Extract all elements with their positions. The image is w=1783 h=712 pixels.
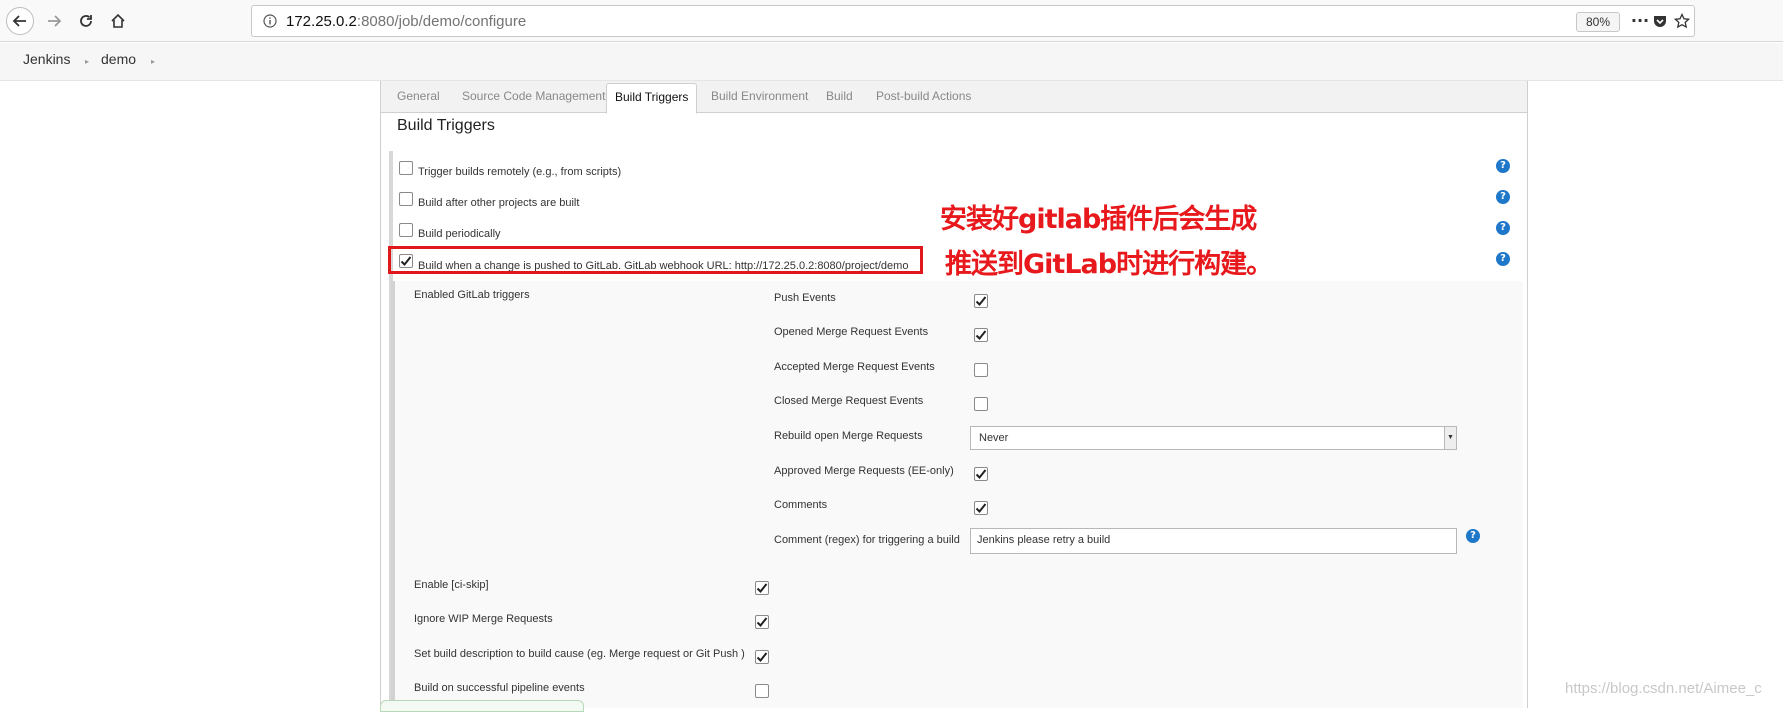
breadcrumb-separator-icon[interactable]: ▸: [85, 57, 89, 66]
tab-general[interactable]: General: [397, 89, 440, 103]
build-on-pipeline-checkbox[interactable]: [755, 684, 769, 698]
browser-toolbar: 172.25.0.2:8080/job/demo/configure 80% ·…: [0, 0, 1783, 42]
zoom-level[interactable]: 80%: [1575, 12, 1620, 32]
opened-mr-events-checkbox[interactable]: [974, 328, 988, 342]
help-icon[interactable]: ?: [1496, 221, 1510, 235]
rebuild-open-mr-select[interactable]: Never ▼: [970, 426, 1457, 450]
address-bar[interactable]: 172.25.0.2:8080/job/demo/configure 80% ·…: [251, 5, 1695, 37]
trigger-after-projects-label: Build after other projects are built: [418, 197, 580, 209]
breadcrumb: Jenkins ▸ demo ▸: [0, 43, 1783, 81]
dropdown-arrow-icon[interactable]: ▼: [1444, 427, 1456, 449]
trigger-remote-checkbox[interactable]: [399, 161, 413, 175]
back-arrow-icon: [12, 15, 26, 27]
checkmark-icon: [756, 617, 768, 627]
section-title: Build Triggers: [397, 117, 495, 134]
trigger-periodic-checkbox[interactable]: [399, 223, 413, 237]
checkmark-icon: [975, 469, 987, 479]
checkmark-icon: [975, 503, 987, 513]
url-text[interactable]: 172.25.0.2:8080/job/demo/configure: [286, 13, 526, 30]
opened-mr-events-label: Opened Merge Request Events: [774, 326, 929, 338]
home-icon: [111, 13, 125, 28]
tab-build-triggers[interactable]: Build Triggers: [606, 83, 698, 114]
help-icon[interactable]: ?: [1466, 529, 1480, 543]
ignore-wip-checkbox[interactable]: [755, 615, 769, 629]
annotation-line-2: 推送到GitLab时进行构建。: [945, 249, 1273, 280]
closed-mr-events-label: Closed Merge Request Events: [774, 395, 924, 407]
forward-button[interactable]: [40, 7, 68, 35]
trigger-remote-label: Trigger builds remotely (e.g., from scri…: [418, 166, 622, 178]
checkmark-icon: [975, 296, 987, 306]
enable-ci-skip-checkbox[interactable]: [755, 581, 769, 595]
ignore-wip-label: Ignore WIP Merge Requests: [414, 613, 553, 625]
checkmark-icon: [756, 652, 768, 662]
home-button[interactable]: [104, 7, 132, 35]
bottom-tab: [380, 700, 584, 712]
help-icon[interactable]: ?: [1496, 190, 1510, 204]
approved-mr-checkbox[interactable]: [974, 467, 988, 481]
set-build-description-label: Set build description to build cause (eg…: [414, 648, 745, 660]
trigger-periodic-label: Build periodically: [418, 228, 501, 240]
comments-label: Comments: [774, 499, 828, 511]
checkmark-icon: [756, 583, 768, 593]
comment-regex-input[interactable]: Jenkins please retry a build: [970, 528, 1457, 554]
accepted-mr-events-checkbox[interactable]: [974, 363, 988, 377]
rebuild-open-mr-label: Rebuild open Merge Requests: [774, 430, 923, 442]
trigger-after-projects-checkbox[interactable]: [399, 192, 413, 206]
accepted-mr-events-label: Accepted Merge Request Events: [774, 361, 935, 373]
back-button[interactable]: [6, 7, 34, 35]
annotation-line-1: 安装好gitlab插件后会生成: [940, 204, 1257, 235]
gitlab-options-divider: [391, 281, 395, 708]
push-events-checkbox[interactable]: [974, 294, 988, 308]
breadcrumb-demo[interactable]: demo: [101, 51, 136, 67]
comments-checkbox[interactable]: [974, 501, 988, 515]
config-panel: General Source Code Management Build Tri…: [380, 81, 1528, 708]
enabled-gitlab-triggers-label: Enabled GitLab triggers: [414, 289, 530, 301]
help-icon[interactable]: ?: [1496, 159, 1510, 173]
url-host: 172.25.0.2: [286, 13, 357, 30]
breadcrumb-jenkins[interactable]: Jenkins: [23, 51, 70, 67]
approved-mr-label: Approved Merge Requests (EE-only): [774, 465, 954, 477]
push-events-label: Push Events: [774, 292, 836, 304]
bookmark-star-icon[interactable]: [1670, 9, 1694, 33]
help-icon[interactable]: ?: [1496, 252, 1510, 266]
enable-ci-skip-label: Enable [ci-skip]: [414, 579, 489, 591]
tab-post-build-actions[interactable]: Post-build Actions: [876, 89, 971, 103]
tab-source-code-management[interactable]: Source Code Management: [462, 89, 605, 103]
url-path: :8080/job/demo/configure: [356, 13, 527, 30]
watermark: https://blog.csdn.net/Aimee_c: [1565, 680, 1762, 697]
forward-arrow-icon: [48, 15, 62, 27]
info-icon[interactable]: [258, 9, 282, 33]
gitlab-options-panel: [395, 281, 1523, 708]
checkmark-icon: [975, 330, 987, 340]
rebuild-open-mr-value: Never: [979, 432, 1009, 444]
reload-icon: [80, 15, 92, 27]
set-build-description-checkbox[interactable]: [755, 650, 769, 664]
breadcrumb-separator-icon[interactable]: ▸: [151, 57, 155, 66]
reload-button[interactable]: [72, 7, 100, 35]
tab-bar: General Source Code Management Build Tri…: [381, 81, 1527, 114]
tab-build[interactable]: Build: [826, 89, 853, 103]
comment-regex-label: Comment (regex) for triggering a build: [774, 534, 960, 546]
highlight-annotation-box: [388, 246, 923, 274]
closed-mr-events-checkbox[interactable]: [974, 397, 988, 411]
pocket-icon[interactable]: [1648, 9, 1672, 33]
tab-build-environment[interactable]: Build Environment: [711, 89, 808, 103]
build-on-pipeline-label: Build on successful pipeline events: [414, 682, 585, 694]
